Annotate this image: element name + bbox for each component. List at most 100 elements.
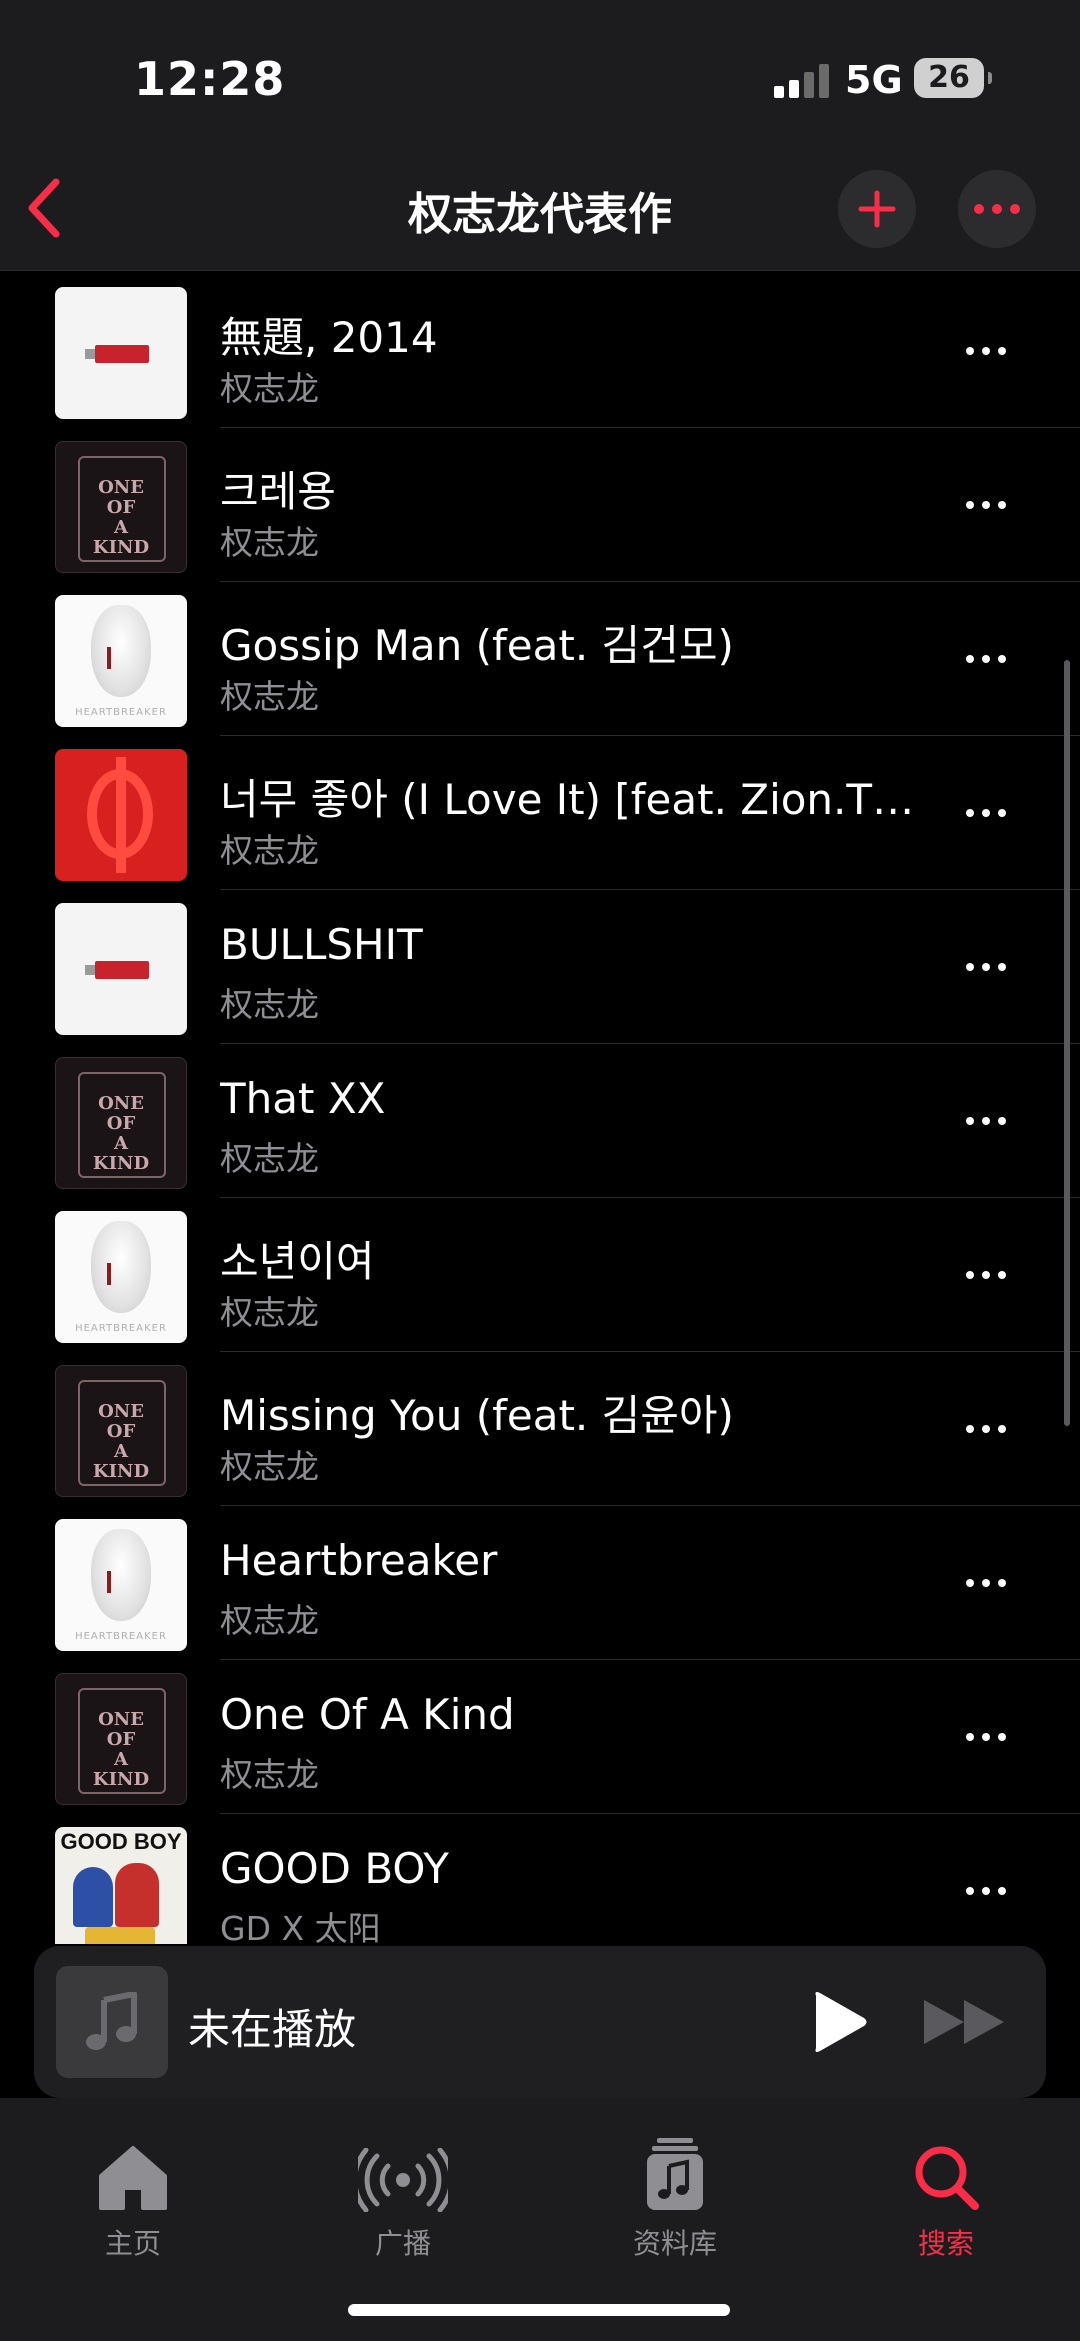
song-list[interactable]: 無題, 2014 权志龙 ONE OF A KIND 크레용 权志龙 HEARTBRE…	[0, 274, 1080, 1944]
tab-label: 主页	[104, 2227, 161, 2260]
tab-label: 搜索	[917, 2227, 974, 2260]
album-art-text: HEARTBREAKER	[75, 707, 167, 718]
now-playing-title: 未在播放	[188, 2005, 357, 2054]
network-type: 5G	[845, 58, 903, 102]
album-art-text: ONE	[98, 1093, 144, 1114]
song-more-button[interactable]	[956, 1715, 1016, 1759]
song-more-button[interactable]	[956, 1407, 1016, 1451]
search-icon	[915, 2146, 979, 2210]
song-artist: 权志龙	[220, 985, 319, 1024]
song-more-button[interactable]	[956, 637, 1016, 681]
song-title: One Of A Kind	[220, 1690, 515, 1739]
add-button[interactable]	[838, 170, 916, 248]
mini-player-artwork	[56, 1966, 168, 2078]
next-track-button[interactable]	[920, 1994, 1010, 2050]
album-art-text: OF	[106, 1421, 136, 1442]
song-row[interactable]: BULLSHIT 权志龙	[0, 890, 1080, 1044]
song-more-button[interactable]	[956, 791, 1016, 835]
song-more-button[interactable]	[956, 483, 1016, 527]
song-more-button[interactable]	[956, 1099, 1016, 1143]
mini-player[interactable]: 未在播放	[34, 1946, 1046, 2098]
song-title: 소년이여	[220, 1237, 375, 1286]
song-artist: GD X 太阳	[220, 1909, 381, 1944]
status-time: 12:28	[134, 52, 286, 106]
song-artist: 权志龙	[220, 369, 319, 408]
home-icon	[99, 2146, 167, 2210]
song-title: Heartbreaker	[220, 1536, 498, 1585]
play-button[interactable]	[794, 1988, 874, 2056]
scrollbar[interactable]	[1064, 660, 1070, 1426]
cellular-signal-icon	[774, 62, 834, 98]
song-artist: 权志龙	[220, 523, 319, 562]
song-title: GOOD BOY	[220, 1844, 449, 1893]
more-options-button[interactable]	[958, 170, 1036, 248]
song-more-button[interactable]	[956, 945, 1016, 989]
tab-library[interactable]: 资料库	[595, 2128, 755, 2262]
album-art-text: OF	[106, 497, 136, 518]
album-art-text: KIND	[92, 537, 150, 558]
album-art-text: OF	[106, 1113, 136, 1134]
tab-radio[interactable]: 广播	[323, 2128, 483, 2262]
album-art-text: HEARTBREAKER	[75, 1323, 167, 1334]
tab-label: 资料库	[632, 2227, 717, 2260]
album-art-text: OF	[106, 1729, 136, 1750]
home-indicator[interactable]	[348, 2304, 730, 2316]
album-art-text: KIND	[92, 1461, 150, 1482]
album-art: HEARTBREAKER	[55, 595, 187, 727]
album-art-text: A	[114, 1133, 128, 1154]
song-row[interactable]: 無題, 2014 权志龙	[0, 274, 1080, 428]
song-more-button[interactable]	[956, 329, 1016, 373]
album-art-text: ONE	[98, 477, 144, 498]
album-art: ONE OF A KIND	[55, 441, 187, 573]
song-row[interactable]: GOOD BOY GOOD BOY GD X 太阳	[0, 1814, 1080, 1944]
album-art: GOOD BOY	[55, 1827, 187, 1944]
album-art: ONE OF A KIND	[55, 1365, 187, 1497]
album-art-text: GOOD BOY	[60, 1829, 182, 1854]
song-row[interactable]: ONE OF A KIND Missing You (feat. 김윤아) 权志龙	[0, 1352, 1080, 1506]
song-more-button[interactable]	[956, 1869, 1016, 1913]
song-more-button[interactable]	[956, 1561, 1016, 1605]
album-art: ONE OF A KIND	[55, 1057, 187, 1189]
album-art	[55, 903, 187, 1035]
song-artist: 权志龙	[220, 831, 319, 870]
song-artist: 权志龙	[220, 1755, 319, 1794]
tab-search[interactable]: 搜索	[866, 2128, 1026, 2262]
fast-forward-icon	[924, 2000, 1004, 2044]
song-artist: 权志龙	[220, 1139, 319, 1178]
page-title: 权志龙代表作	[408, 189, 672, 240]
battery-icon: 26	[914, 58, 992, 98]
song-more-button[interactable]	[956, 1253, 1016, 1297]
library-icon	[647, 2138, 703, 2210]
song-artist: 权志龙	[220, 677, 319, 716]
album-art-text: A	[114, 1441, 128, 1462]
song-row[interactable]: HEARTBREAKER 소년이여 权志龙	[0, 1198, 1080, 1352]
album-art: HEARTBREAKER	[55, 1519, 187, 1651]
usb-drive-icon	[85, 345, 149, 363]
song-artist: 权志龙	[220, 1447, 319, 1486]
song-title: Gossip Man (feat. 김건모)	[220, 621, 734, 670]
album-art-text: KIND	[92, 1153, 150, 1174]
song-artist: 权志龙	[220, 1293, 319, 1332]
song-row[interactable]: HEARTBREAKER Heartbreaker 权志龙	[0, 1506, 1080, 1660]
tab-label: 广播	[374, 2227, 431, 2260]
song-row[interactable]: ONE OF A KIND 크레용 权志龙	[0, 428, 1080, 582]
album-art-text: A	[114, 517, 128, 538]
song-row[interactable]: ONE OF A KIND That XX 权志龙	[0, 1044, 1080, 1198]
album-art-text: HEARTBREAKER	[75, 1631, 167, 1642]
song-row[interactable]: ONE OF A KIND One Of A Kind 权志龙	[0, 1660, 1080, 1814]
song-title: 無題, 2014	[220, 313, 438, 362]
album-art	[55, 287, 187, 419]
album-art-text: A	[114, 1749, 128, 1770]
album-art-text: ONE	[98, 1401, 144, 1422]
album-art-text: KIND	[92, 1769, 150, 1790]
tab-home[interactable]: 主页	[53, 2128, 213, 2262]
album-art: ONE OF A KIND	[55, 1673, 187, 1805]
song-artist: 权志龙	[220, 1601, 319, 1640]
album-art: HEARTBREAKER	[55, 1211, 187, 1343]
song-title: Missing You (feat. 김윤아)	[220, 1391, 734, 1440]
song-row[interactable]: 너무 좋아 (I Love It) [feat. Zion.T &... 权志龙	[0, 736, 1080, 890]
usb-drive-icon	[85, 961, 149, 979]
song-title: 너무 좋아 (I Love It) [feat. Zion.T &...	[220, 775, 920, 824]
song-row[interactable]: HEARTBREAKER Gossip Man (feat. 김건모) 权志龙	[0, 582, 1080, 736]
play-icon	[815, 1992, 867, 2052]
